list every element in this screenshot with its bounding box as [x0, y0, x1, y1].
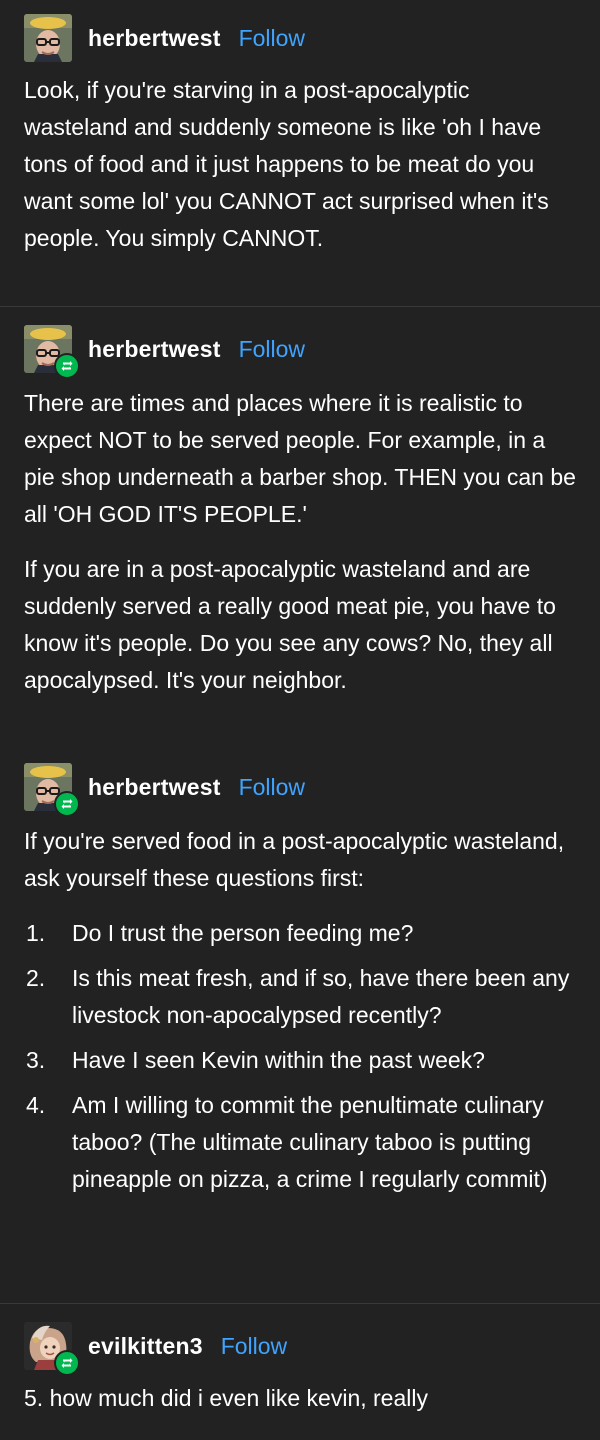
- list-item: 4. Am I willing to commit the penultimat…: [24, 1087, 576, 1198]
- post-body: Look, if you're starving in a post-apoca…: [24, 72, 576, 257]
- reblog-icon: [54, 353, 80, 379]
- list-text: Do I trust the person feeding me?: [72, 920, 414, 946]
- post-body: There are times and places where it is r…: [24, 385, 576, 699]
- avatar[interactable]: [24, 14, 72, 62]
- reblog-icon: [54, 1350, 80, 1376]
- paragraph: If you are in a post-apocalyptic wastela…: [24, 556, 556, 693]
- post-header: herbertwest Follow: [24, 759, 576, 817]
- post-1: herbertwest Follow Look, if you're starv…: [0, 0, 600, 306]
- follow-button[interactable]: Follow: [239, 774, 305, 801]
- list-number: 4.: [26, 1092, 46, 1118]
- herbertwest-avatar-icon: [24, 14, 72, 62]
- username[interactable]: evilkitten3: [88, 1333, 203, 1360]
- list-item: 2. Is this meat fresh, and if so, have t…: [24, 960, 576, 1034]
- follow-button[interactable]: Follow: [239, 25, 305, 52]
- paragraph: There are times and places where it is r…: [24, 390, 576, 527]
- paragraph: 5. how much did i even like kevin, reall…: [24, 1385, 428, 1411]
- username[interactable]: herbertwest: [88, 774, 221, 801]
- question-list: 1. Do I trust the person feeding me? 2. …: [24, 915, 576, 1198]
- avatar[interactable]: [24, 763, 80, 817]
- list-text: Is this meat fresh, and if so, have ther…: [72, 965, 570, 1028]
- list-text: Am I willing to commit the penultimate c…: [72, 1092, 548, 1192]
- follow-button[interactable]: Follow: [239, 336, 305, 363]
- username[interactable]: herbertwest: [88, 336, 221, 363]
- avatar[interactable]: [24, 325, 80, 379]
- list-text: Have I seen Kevin within the past week?: [72, 1047, 485, 1073]
- paragraph: Look, if you're starving in a post-apoca…: [24, 77, 549, 251]
- reblog-icon: [54, 791, 80, 817]
- username[interactable]: herbertwest: [88, 25, 221, 52]
- list-number: 1.: [26, 920, 46, 946]
- list-item: 1. Do I trust the person feeding me?: [24, 915, 576, 952]
- post-2: herbertwest Follow There are times and p…: [0, 307, 600, 747]
- post-3: herbertwest Follow If you're served food…: [0, 747, 600, 1303]
- post-header: herbertwest Follow: [24, 321, 576, 379]
- post-body: If you're served food in a post-apocalyp…: [24, 823, 576, 1198]
- post-header: evilkitten3 Follow: [24, 1318, 576, 1376]
- avatar[interactable]: [24, 1322, 80, 1376]
- follow-button[interactable]: Follow: [221, 1333, 287, 1360]
- paragraph: If you're served food in a post-apocalyp…: [24, 828, 565, 891]
- list-number: 2.: [26, 965, 46, 991]
- list-item: 3. Have I seen Kevin within the past wee…: [24, 1042, 576, 1079]
- post-4: evilkitten3 Follow 5. how much did i eve…: [0, 1304, 600, 1417]
- post-header: herbertwest Follow: [24, 10, 576, 66]
- list-number: 3.: [26, 1047, 46, 1073]
- post-body: 5. how much did i even like kevin, reall…: [24, 1380, 576, 1417]
